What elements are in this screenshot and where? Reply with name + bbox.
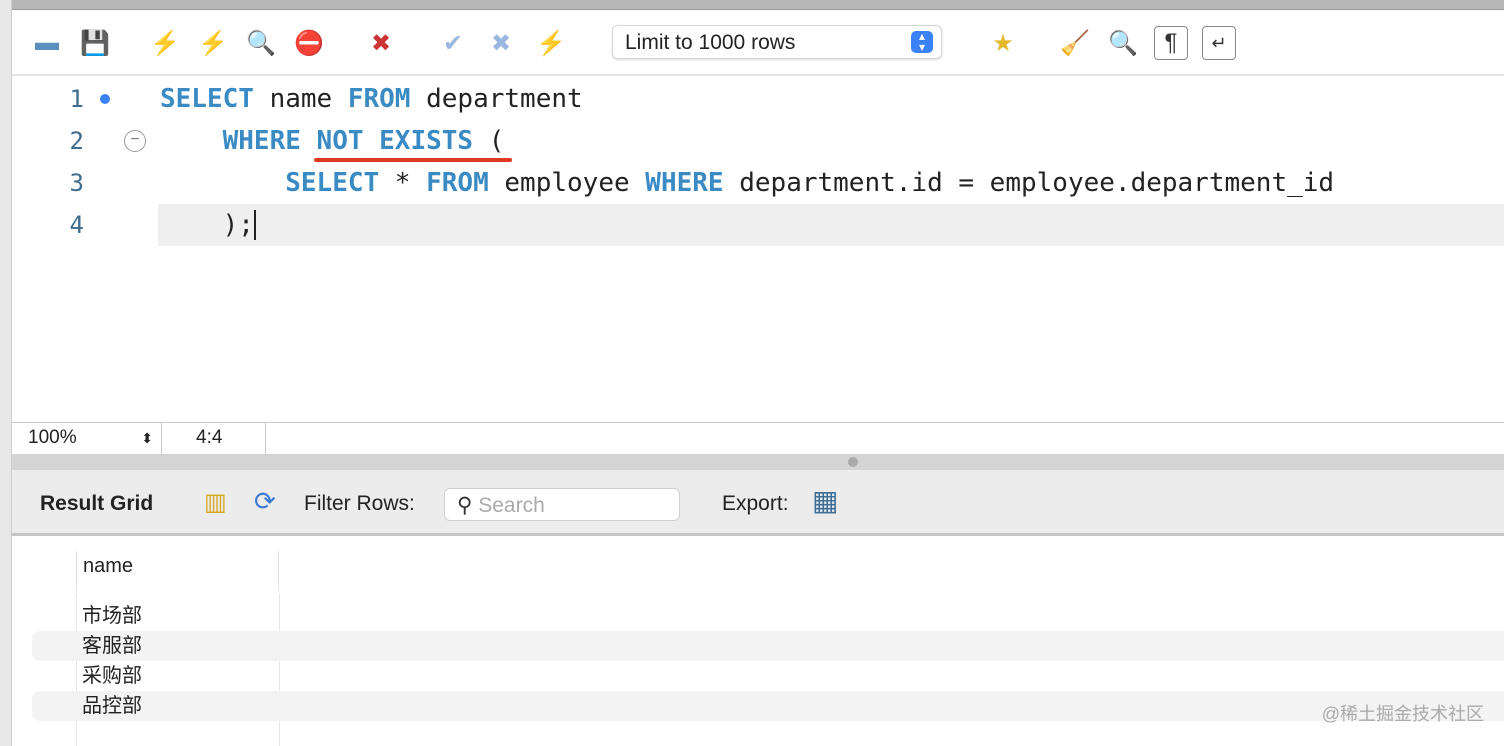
column-header-name[interactable]: name [76,551,279,591]
refresh-icon[interactable]: ⟳ [254,486,276,517]
export-icon[interactable]: ▦ [812,484,838,517]
filter-rows-label: Filter Rows: [304,492,415,515]
invisible-chars-icon[interactable]: ¶ [1154,26,1188,60]
stop-on-error-icon[interactable]: ✖ [364,26,398,60]
limit-rows-select[interactable]: Limit to 1000 rows ▴ ▾ [612,25,942,59]
result-toolbar: Result Grid ▥ ⟳ Filter Rows: ⚲ Search Ex… [12,470,1504,536]
column-header-label: name [83,555,134,577]
split-handle[interactable] [12,454,1504,470]
code-line[interactable]: 2 WHERE NOT EXISTS ( [12,120,1504,162]
code-line[interactable]: 3 SELECT * FROM employee WHERE departmen… [12,162,1504,204]
commit-icon[interactable]: ✔ [436,26,470,60]
fold-toggle-icon[interactable]: − [124,130,146,152]
beautify-broom-icon[interactable]: 🧹 [1058,26,1092,60]
search-icon: ⚲ [457,494,473,517]
search-placeholder: Search [478,494,545,517]
limit-rows-value: Limit to 1000 rows [625,31,796,54]
execute-icon[interactable]: ⚡ [148,26,182,60]
code-token: name [253,84,348,114]
red-underline-annotation [314,158,512,162]
find-icon[interactable]: 🔍 [1106,26,1140,60]
breakpoint-dot[interactable] [100,94,110,104]
word-wrap-icon[interactable]: ↵ [1202,26,1236,60]
code-token: employee [488,168,646,198]
text-cursor [253,210,256,240]
code-token: WHERE [645,168,724,198]
left-sidebar-edge [0,0,12,746]
code-token: department [410,84,583,114]
line-number: 3 [69,169,84,197]
line-number: 2 [69,127,84,155]
code-token: FROM [426,168,489,198]
cell-name: 客服部 [82,635,142,657]
code-line[interactable]: 4 ); [12,204,1504,246]
cell-name: 品控部 [82,695,142,717]
code-token: WHERE NOT EXISTS [222,126,474,156]
code-token: SELECT [285,168,380,198]
tab-strip[interactable] [0,0,1504,10]
table-row[interactable]: 采购部 [32,661,1504,691]
stop-icon[interactable]: ⛔ [292,26,326,60]
code-token: * [379,168,427,198]
table-row[interactable]: 客服部 [32,631,1504,661]
editor-status-bar: 100% ⬍ 4:4 [12,422,1504,455]
code-token: department.id = employee.department_id [723,168,1335,198]
export-label: Export: [722,492,789,515]
table-row[interactable]: 市场部 [32,601,1504,631]
table-row[interactable]: 品控部 [32,691,1504,721]
code-token: ( [473,126,505,156]
sql-toolbar: ▬ 💾 ⚡ ⚡ 🔍 ⛔ ✖ ✔ ✖ ⚡ Limit to 1000 rows ▴ ▾… [12,10,1504,76]
add-snippet-star-icon[interactable]: ★ [986,26,1020,60]
column-grid-icon[interactable]: ▥ [204,488,227,517]
cell-name: 采购部 [82,665,142,687]
rollback-icon[interactable]: ✖ [484,26,518,60]
execute-current-icon[interactable]: ⚡ [196,26,230,60]
zoom-value: 100% [28,427,77,448]
watermark: @稀土掘金技术社区 [1321,704,1484,724]
result-grid-title: Result Grid [40,492,154,515]
cursor-position: 4:4 [162,423,266,455]
chevron-updown-icon: ▴ ▾ [911,30,933,53]
chevron-updown-icon: ⬍ [141,430,153,446]
save-icon[interactable]: 💾 [78,26,112,60]
filter-search-input[interactable]: ⚲ Search [444,488,680,521]
result-grid: name 市场部客服部采购部品控部 [12,539,1504,746]
explain-icon[interactable]: 🔍 [244,26,278,60]
zoom-select[interactable]: 100% ⬍ [12,423,162,455]
code-token: ); [160,210,254,240]
code-token: FROM [347,84,411,114]
cell-name: 市场部 [82,605,142,627]
code-token: SELECT [160,84,254,114]
autocommit-icon[interactable]: ⚡ [534,26,568,60]
line-number: 1 [69,85,84,113]
code-line[interactable]: 1 SELECT name FROM department [12,78,1504,120]
line-number: 4 [69,211,84,239]
open-folder-icon[interactable]: ▬ [30,26,64,60]
sql-editor[interactable]: 1 SELECT name FROM department 2 WHERE NOT … [12,78,1504,422]
